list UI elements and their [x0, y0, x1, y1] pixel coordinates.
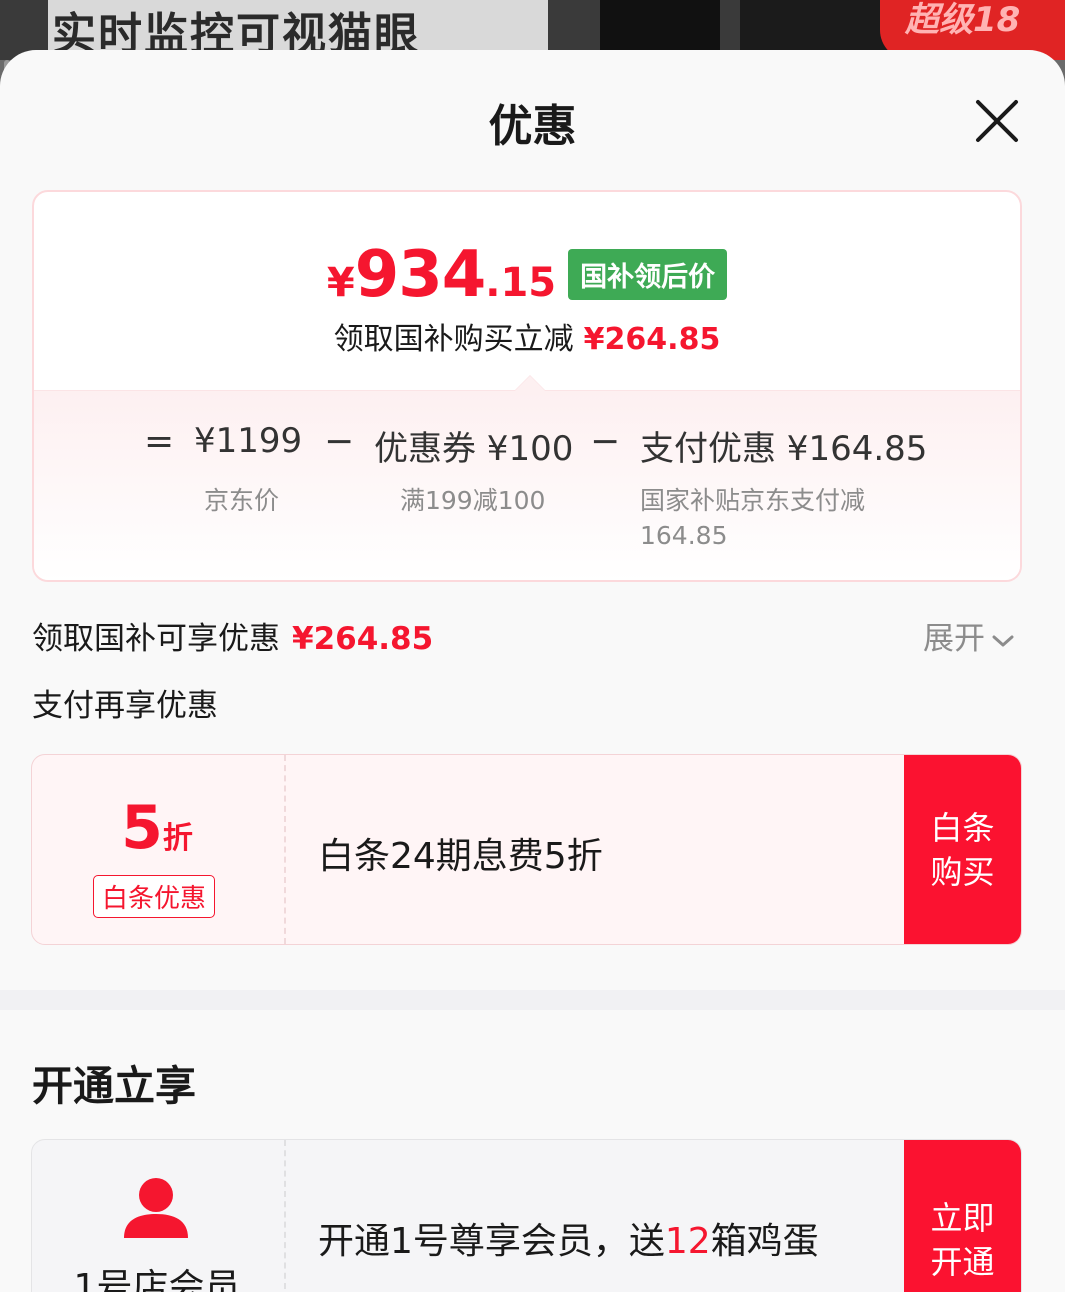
member-offer-left: 1号店会员 [32, 1140, 286, 1292]
baitiao-tag: 白条优惠 [93, 875, 216, 918]
price-integer: 934 [354, 238, 487, 312]
baitiao-buy-button[interactable]: 白条购买 [904, 755, 1021, 944]
formula-jd-price: ¥1199 [194, 421, 303, 461]
savings-amount: ¥264.85 [292, 621, 434, 657]
formula-coupon: 优惠券 ¥100 [374, 429, 574, 469]
baitiao-offer-left: 5折 白条优惠 [32, 755, 286, 944]
member-offer-card[interactable]: 1号店会员 开通1号尊享会员，送12箱鸡蛋 立即开通 [31, 1139, 1022, 1292]
price-formula: = ¥1199 京东价 − 优惠券 ¥100 满199减100 − 支付优惠 ¥… [34, 375, 1020, 580]
member-name: 1号店会员 [73, 1267, 241, 1292]
formula-minus-1: − [324, 421, 355, 462]
baitiao-offer-card[interactable]: 5折 白条优惠 白条24期息费5折 白条购买 [31, 754, 1022, 945]
payment-section-label: 支付再享优惠 [32, 688, 218, 724]
formula-coupon-label: 满199减100 [400, 486, 546, 515]
price-tag-badge: 国补领后价 [568, 249, 728, 300]
formula-payment-label: 国家补贴京东支付减 164.85 [640, 483, 865, 553]
formula-equals: = [144, 421, 175, 462]
price-subtitle-text: 领取国补购买立减 [333, 322, 574, 357]
expand-button[interactable]: 展开 [923, 613, 1015, 658]
member-description-pre: 开通1号尊享会员，送 [318, 1221, 665, 1262]
price-summary-card: ¥934.15 国补领后价 领取国补购买立减 ¥264.85 = ¥1199 京东价… [32, 190, 1022, 582]
savings-row: 领取国补可享优惠 ¥264.85 [32, 613, 433, 658]
promotions-sheet: 优惠 ¥934.15 国补领后价 领取国补购买立减 ¥264.85 = ¥1199 … [0, 50, 1065, 1292]
close-icon[interactable] [968, 92, 1026, 150]
baitiao-offer-description: 白条24期息费5折 [318, 836, 603, 877]
member-offer-description: 开通1号尊享会员，送12箱鸡蛋 [318, 1212, 819, 1264]
sheet-title: 优惠 [488, 101, 577, 152]
member-activate-label: 立即开通 [930, 1199, 995, 1281]
member-description-highlight: 12 [664, 1221, 711, 1262]
expand-label: 展开 [923, 621, 985, 657]
final-price: ¥934.15 国补领后价 [34, 238, 1020, 312]
discount-unit: 折 [162, 821, 193, 856]
price-subtitle-amount: ¥264.85 [583, 322, 721, 357]
formula-payment-label-line1: 国家补贴京东支付减 [640, 486, 866, 515]
price-currency: ¥ [326, 260, 355, 306]
formula-payment-label-line2: 164.85 [640, 521, 728, 550]
formula-caret [514, 375, 546, 391]
price-decimal: .15 [485, 260, 557, 306]
discount-number: 5 [121, 793, 163, 863]
formula-minus-2: − [590, 421, 621, 462]
discount-value: 5折 [32, 793, 282, 863]
chevron-down-icon [992, 635, 1014, 646]
price-subtitle: 领取国补购买立减 ¥264.85 [34, 314, 1020, 358]
member-description-post: 箱鸡蛋 [710, 1221, 819, 1262]
membership-heading: 开通立享 [32, 1062, 196, 1110]
section-divider [0, 990, 1065, 1010]
baitiao-buy-label: 白条购买 [930, 808, 995, 891]
formula-payment: 支付优惠 ¥164.85 [640, 429, 928, 469]
formula-jd-price-label: 京东价 [204, 486, 280, 515]
savings-label: 领取国补可享优惠 [32, 621, 280, 657]
user-icon [124, 1178, 188, 1238]
banner-badge-text: 超级18 [905, 0, 1021, 40]
close-button[interactable] [968, 92, 1026, 150]
member-activate-button[interactable]: 立即开通 [904, 1140, 1021, 1292]
